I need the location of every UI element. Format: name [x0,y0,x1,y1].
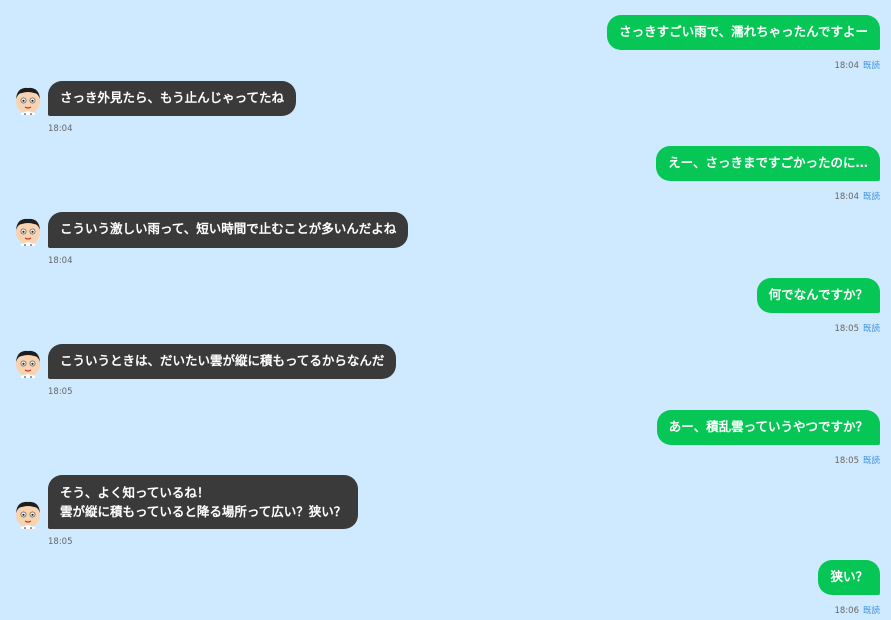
message-body: そう、よく知っているね！ 雲が縦に積もっていると降る場所って広い？狭い？ 18:… [48,475,359,547]
message-line: 雲が縦に積もっていると降る場所って広い？狭い？ [60,504,347,519]
message-time: 18:04 [834,61,859,71]
read-receipt: 既読 [862,324,880,334]
message-meta: 18:04 既読 [656,190,880,202]
message-meta: 18:05 既読 [757,322,880,334]
avatar[interactable] [14,348,42,378]
read-receipt: 既読 [862,456,880,466]
chat-area: さっきすごい雨で、濡れちゃったんですよー 18:04 既読 さっき外見たら、もう止… [0,0,891,620]
avatar[interactable] [14,499,42,529]
message-time: 18:05 [834,324,859,334]
message-time: 18:05 [834,456,859,466]
message-time: 18:06 [834,606,859,616]
message-meta: 18:05 既読 [657,454,880,466]
message-meta: 18:04 既読 [607,59,880,71]
message-time: 18:05 [48,387,73,397]
message-bubble[interactable]: さっき外見たら、もう止んじゃってたね [48,81,297,116]
message-bubble[interactable]: えー、さっきまですごかったのに… [656,146,880,181]
avatar[interactable] [14,216,42,246]
avatar[interactable] [14,85,42,115]
message-bubble[interactable]: そう、よく知っているね！ 雲が縦に積もっていると降る場所って広い？狭い？ [48,475,359,529]
message-sent: 何でなんですか？ 18:05 既読 [756,278,880,334]
message-bubble[interactable]: 狭い？ [818,560,880,595]
read-receipt: 既読 [862,61,880,71]
message-bubble[interactable]: さっきすごい雨で、濡れちゃったんですよー [607,15,880,50]
message-body: こういう激しい雨って、短い時間で止むことが多いんだよね 18:04 [48,212,409,266]
message-time: 18:04 [48,124,73,134]
message-sent: 狭い？ 18:06 既読 [818,560,880,616]
message-meta: 18:06 既読 [818,604,880,616]
message-bubble[interactable]: こういうときは、だいたい雲が縦に積もってるからなんだ [48,344,397,379]
message-bubble[interactable]: 何でなんですか？ [756,278,880,313]
message-sent: さっきすごい雨で、濡れちゃったんですよー 18:04 既読 [607,15,880,71]
message-bubble[interactable]: こういう激しい雨って、短い時間で止むことが多いんだよね [48,212,409,248]
message-bubble[interactable]: あー、積乱雲っていうやつですか？ [656,410,880,445]
message-line: そう、よく知っているね！ [60,485,210,500]
message-sent: あー、積乱雲っていうやつですか？ 18:05 既読 [656,410,880,466]
message-body: こういうときは、だいたい雲が縦に積もってるからなんだ 18:05 [48,344,397,397]
read-receipt: 既読 [862,606,880,616]
message-sent: えー、さっきまですごかったのに… 18:04 既読 [656,146,880,202]
message-time: 18:05 [48,537,73,547]
read-receipt: 既読 [862,192,880,202]
message-body: さっき外見たら、もう止んじゃってたね 18:04 [48,81,297,134]
message-time: 18:04 [834,192,859,202]
message-time: 18:04 [48,256,73,266]
